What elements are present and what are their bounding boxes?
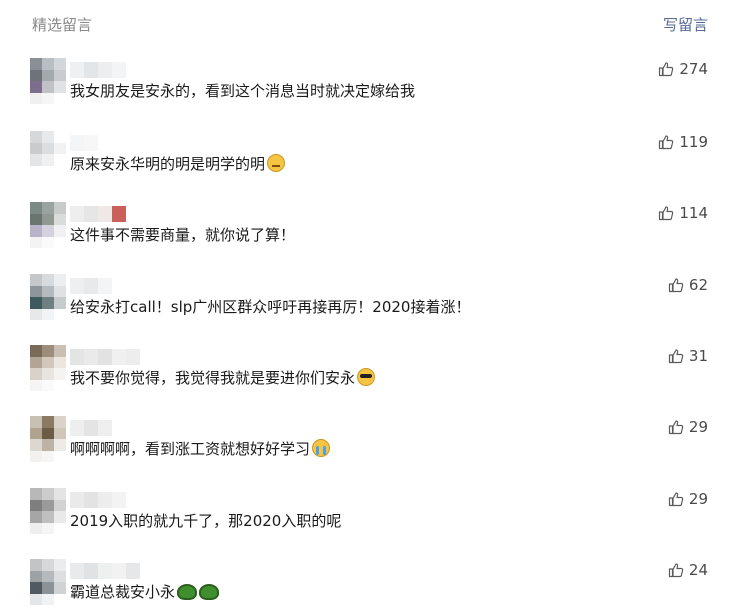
thumbs-up-icon: [659, 206, 674, 221]
avatar[interactable]: [30, 345, 66, 391]
thumbs-up-icon: [659, 62, 674, 77]
like-button[interactable]: 119: [658, 133, 708, 151]
like-count: 29: [688, 490, 708, 508]
thumbs-up-icon: [668, 492, 684, 507]
comment-item: 啊啊啊啊，看到涨工资就想好好学习 29: [0, 416, 736, 486]
comment-item: 我女朋友是安永的，看到这个消息当时就决定嫁给我 274: [0, 58, 736, 128]
nickname-blurred: [70, 349, 140, 365]
avatar[interactable]: [30, 416, 66, 462]
comment-item: 这件事不需要商量，就你说了算！ 114: [0, 202, 736, 272]
featured-comments-title: 精选留言: [32, 16, 93, 34]
comment-text: 这件事不需要商量，就你说了算！: [70, 226, 296, 244]
like-button[interactable]: 29: [668, 490, 708, 508]
like-count: 29: [688, 418, 708, 436]
turtle-emoji-icon: [177, 584, 198, 600]
comment-item: 2019入职的就九千了，那2020入职的呢 29: [0, 488, 736, 558]
nickname-blurred: [70, 492, 126, 508]
thumbs-up-icon: [668, 278, 684, 293]
nickname-blurred: [70, 62, 126, 78]
like-button[interactable]: 31: [668, 347, 708, 365]
comment-text: 原来安永华明的明是明学的明: [70, 154, 286, 174]
turtle-emoji-icon: [199, 584, 220, 600]
comment-text: 给安永打call！slp广州区群众呼吁再接再厉！2020接着涨！: [70, 298, 471, 316]
comment-item: 原来安永华明的明是明学的明 119: [0, 131, 736, 201]
comment-item: 给安永打call！slp广州区群众呼吁再接再厉！2020接着涨！ 62: [0, 274, 736, 344]
like-count: 31: [688, 347, 708, 365]
like-button[interactable]: 274: [658, 60, 708, 78]
comment-item: 霸道总裁安小永 24: [0, 559, 736, 612]
like-count: 62: [688, 276, 708, 294]
comment-text: 霸道总裁安小永: [70, 582, 220, 602]
like-count: 24: [688, 561, 708, 579]
thumbs-up-icon: [668, 420, 684, 435]
comment-item: 我不要你觉得，我觉得我就是要进你们安永 31: [0, 345, 736, 415]
avatar[interactable]: [30, 559, 66, 605]
nickname-blurred: [70, 135, 98, 151]
comment-text: 我女朋友是安永的，看到这个消息当时就决定嫁给我: [70, 82, 416, 100]
thumbs-up-icon: [668, 563, 684, 578]
sunglasses-face-emoji-icon: [357, 368, 376, 386]
comments-header: 精选留言 写留言: [0, 0, 736, 48]
like-button[interactable]: 29: [668, 418, 708, 436]
nickname-blurred: [70, 206, 126, 222]
nickname-blurred: [70, 278, 112, 294]
like-button[interactable]: 62: [668, 276, 708, 294]
avatar[interactable]: [30, 274, 66, 320]
avatar[interactable]: [30, 58, 66, 104]
avatar[interactable]: [30, 131, 66, 177]
like-count: 119: [679, 133, 708, 151]
crying-face-emoji-icon: [312, 439, 331, 457]
like-count: 274: [679, 60, 708, 78]
like-button[interactable]: 114: [658, 204, 708, 222]
like-count: 114: [679, 204, 708, 222]
thumbs-up-icon: [659, 135, 674, 150]
thinking-face-emoji-icon: [267, 154, 286, 172]
comment-text: 我不要你觉得，我觉得我就是要进你们安永: [70, 368, 376, 388]
avatar[interactable]: [30, 488, 66, 534]
comment-text: 啊啊啊啊，看到涨工资就想好好学习: [70, 439, 331, 459]
write-comment-button[interactable]: 写留言: [663, 14, 708, 35]
nickname-blurred: [70, 563, 140, 579]
like-button[interactable]: 24: [668, 561, 708, 579]
comment-text: 2019入职的就九千了，那2020入职的呢: [70, 512, 342, 530]
nickname-blurred: [70, 420, 112, 436]
thumbs-up-icon: [668, 349, 684, 364]
avatar[interactable]: [30, 202, 66, 248]
